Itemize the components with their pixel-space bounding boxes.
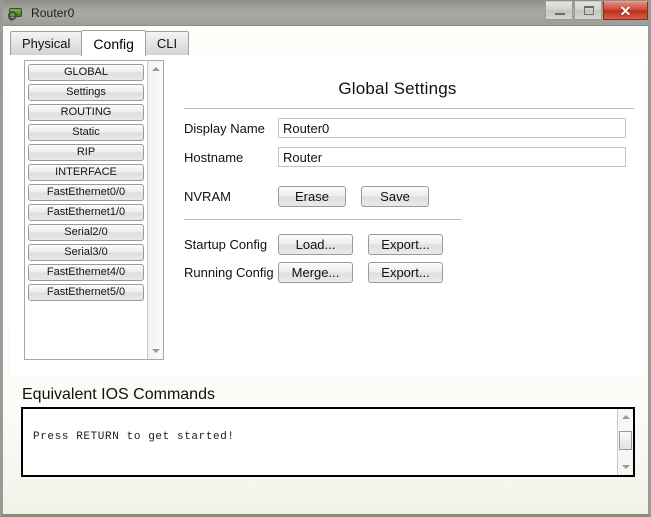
sidebar-item-global[interactable]: GLOBAL — [28, 64, 144, 81]
window-title: Router0 — [31, 5, 75, 20]
startup-config-label: Startup Config — [184, 237, 268, 252]
sidebar-item-fastethernet1-0[interactable]: FastEthernet1/0 — [28, 204, 144, 221]
hostname-row: Hostname — [178, 147, 635, 167]
nvram-label: NVRAM — [184, 189, 231, 204]
minimize-button[interactable] — [545, 1, 573, 20]
panel-title: Global Settings — [338, 79, 457, 98]
triangle-up-icon — [621, 415, 630, 419]
router-config-window: Router0 ✕ Physical Config CLI GLOBAL Set… — [0, 0, 651, 517]
tab-physical-label: Physical — [22, 36, 71, 51]
sidebar-item-fastethernet0-0[interactable]: FastEthernet0/0 — [28, 184, 144, 201]
sidebar-item-settings[interactable]: Settings — [28, 84, 144, 101]
tab-config-label: Config — [93, 35, 134, 52]
display-name-row: Display Name — [178, 118, 635, 138]
sidebar-item-static[interactable]: Static — [28, 124, 144, 141]
sidebar-item-serial3-0[interactable]: Serial3/0 — [28, 244, 144, 261]
display-name-label: Display Name — [184, 120, 265, 136]
ios-scrollbar[interactable] — [617, 409, 633, 475]
tab-strip: Physical Config CLI — [10, 29, 645, 56]
sidebar-item-serial2-0[interactable]: Serial2/0 — [28, 224, 144, 241]
ios-scroll-down-button[interactable] — [618, 460, 633, 474]
startup-config-row: Startup Config Load... Export... — [178, 234, 635, 255]
hostname-input[interactable] — [278, 147, 626, 167]
divider-middle — [184, 219, 462, 220]
config-sidebar: GLOBAL Settings ROUTING Static RIP INTER… — [24, 60, 164, 360]
sidebar-scrollbar[interactable] — [147, 61, 163, 359]
tab-physical[interactable]: Physical — [10, 31, 83, 55]
running-export-button[interactable]: Export... — [368, 262, 443, 283]
startup-export-button[interactable]: Export... — [368, 234, 443, 255]
ios-commands-box: Press RETURN to get started! — [21, 407, 635, 477]
window-controls: ✕ — [544, 1, 648, 23]
triangle-down-icon — [621, 465, 630, 469]
hostname-label: Hostname — [184, 149, 244, 165]
sidebar-scroll-down-button[interactable] — [148, 344, 163, 358]
maximize-icon — [584, 6, 594, 15]
sidebar-item-interface[interactable]: INTERFACE — [28, 164, 144, 181]
maximize-button[interactable] — [574, 1, 602, 20]
ios-commands-text[interactable]: Press RETURN to get started! — [23, 409, 617, 475]
running-merge-button[interactable]: Merge... — [278, 262, 353, 283]
sidebar-scroll-up-button[interactable] — [148, 62, 163, 76]
tab-config[interactable]: Config — [81, 30, 146, 56]
ios-scroll-thumb[interactable] — [619, 431, 632, 450]
nvram-row: NVRAM Erase Save — [178, 186, 635, 207]
divider-top — [184, 108, 634, 109]
sidebar-item-fastethernet5-0[interactable]: FastEthernet5/0 — [28, 284, 144, 301]
tab-cli-label: CLI — [156, 36, 178, 51]
display-name-input[interactable] — [278, 118, 626, 138]
tab-cli[interactable]: CLI — [144, 31, 190, 55]
ios-scroll-up-button[interactable] — [618, 410, 633, 424]
sidebar-item-rip[interactable]: RIP — [28, 144, 144, 161]
running-config-label: Running Config — [184, 265, 274, 280]
config-content-panel: GLOBAL Settings ROUTING Static RIP INTER… — [10, 55, 645, 375]
sidebar-item-routing[interactable]: ROUTING — [28, 104, 144, 121]
global-settings-panel: Global Settings Display Name Hostname NV… — [178, 60, 635, 283]
ios-commands-title: Equivalent IOS Commands — [22, 386, 215, 403]
close-button[interactable]: ✕ — [603, 1, 648, 20]
sidebar-item-fastethernet4-0[interactable]: FastEthernet4/0 — [28, 264, 144, 281]
close-icon: ✕ — [619, 2, 632, 19]
config-sidebar-list: GLOBAL Settings ROUTING Static RIP INTER… — [25, 61, 147, 359]
nvram-erase-button[interactable]: Erase — [278, 186, 346, 207]
running-config-row: Running Config Merge... Export... — [178, 262, 635, 283]
nvram-save-button[interactable]: Save — [361, 186, 429, 207]
startup-load-button[interactable]: Load... — [278, 234, 353, 255]
triangle-down-icon — [151, 349, 160, 353]
router-magnifier-icon — [7, 4, 25, 22]
triangle-up-icon — [151, 67, 160, 71]
window-titlebar: Router0 ✕ — [3, 0, 648, 26]
minimize-icon — [555, 13, 565, 15]
